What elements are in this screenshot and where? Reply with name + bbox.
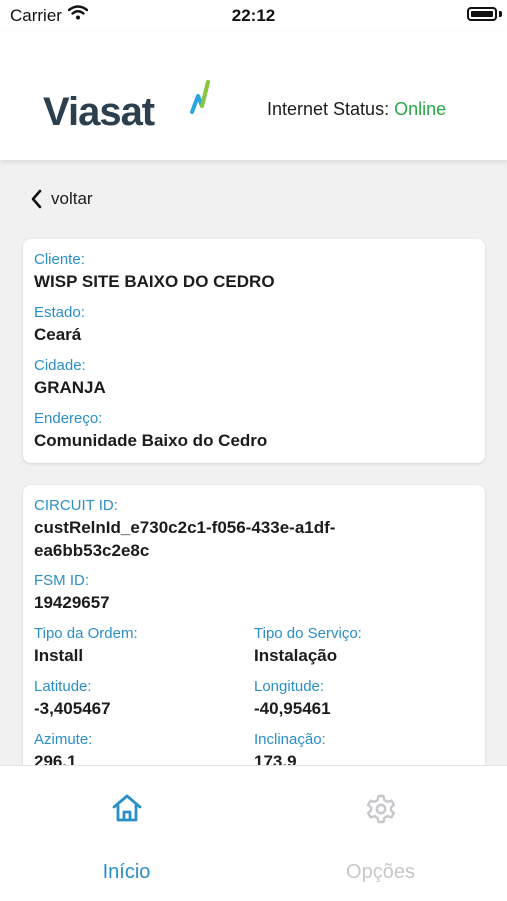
internet-status-label: Internet Status: — [267, 99, 390, 119]
battery-icon — [467, 7, 497, 21]
tab-inicio-label: Início — [102, 861, 151, 883]
circuit-id-line1: custRelnId_e730c2c1-f056-433e-a1df- — [34, 518, 336, 537]
tab-inicio[interactable]: Início — [0, 766, 253, 901]
endereco-label: Endereço: — [34, 410, 103, 427]
clock: 22:12 — [231, 6, 276, 25]
app-header: Viasat Internet Status: Online — [0, 32, 507, 160]
back-label: voltar — [51, 189, 93, 208]
chevron-left-icon — [31, 189, 42, 209]
tab-bar: Início Opções — [0, 765, 507, 901]
status-bar: Carrier 22:12 — [0, 0, 507, 32]
estado-value: Ceará — [34, 325, 82, 344]
circuit-id-line2: ea6bb53c2e8c — [34, 541, 150, 560]
latitude-label: Latitude: — [34, 678, 92, 695]
fsm-id-label: FSM ID: — [34, 572, 89, 589]
logo-wave-icon — [190, 80, 210, 114]
internet-status: Internet Status: Online — [267, 99, 446, 120]
internet-status-value: Online — [394, 99, 447, 119]
tipo-servico-value: Instalação — [254, 646, 338, 665]
inclinacao-label: Inclinação: — [254, 731, 326, 748]
order-card: CIRCUIT ID: custRelnId_e730c2c1-f056-433… — [23, 485, 485, 785]
battery-tip — [499, 11, 502, 17]
azimute-label: Azimute: — [34, 731, 93, 748]
logo-text: Viasat — [43, 90, 155, 134]
cidade-label: Cidade: — [34, 357, 86, 374]
fsm-id-value: 19429657 — [34, 593, 110, 612]
estado-label: Estado: — [34, 304, 85, 321]
circuit-id-label: CIRCUIT ID: — [34, 497, 118, 514]
longitude-value: -40,95461 — [254, 699, 331, 718]
cliente-label: Cliente: — [34, 251, 85, 268]
cliente-value: WISP SITE BAIXO DO CEDRO — [34, 272, 275, 291]
tab-opcoes-label: Opções — [346, 861, 415, 883]
gear-icon — [366, 794, 395, 824]
cidade-value: GRANJA — [34, 378, 106, 397]
tipo-ordem-label: Tipo da Ordem: — [34, 625, 138, 642]
client-card: Cliente: WISP SITE BAIXO DO CEDRO Estado… — [23, 239, 485, 463]
latitude-value: -3,405467 — [34, 699, 111, 718]
viasat-logo: Viasat — [43, 80, 210, 135]
tipo-ordem-value: Install — [34, 646, 84, 665]
endereco-value: Comunidade Baixo do Cedro — [34, 431, 268, 450]
tab-opcoes[interactable]: Opções — [254, 766, 507, 901]
longitude-label: Longitude: — [254, 678, 325, 695]
back-button[interactable]: voltar — [30, 189, 93, 209]
home-icon — [112, 794, 141, 822]
tipo-servico-label: Tipo do Serviço: — [254, 625, 362, 642]
